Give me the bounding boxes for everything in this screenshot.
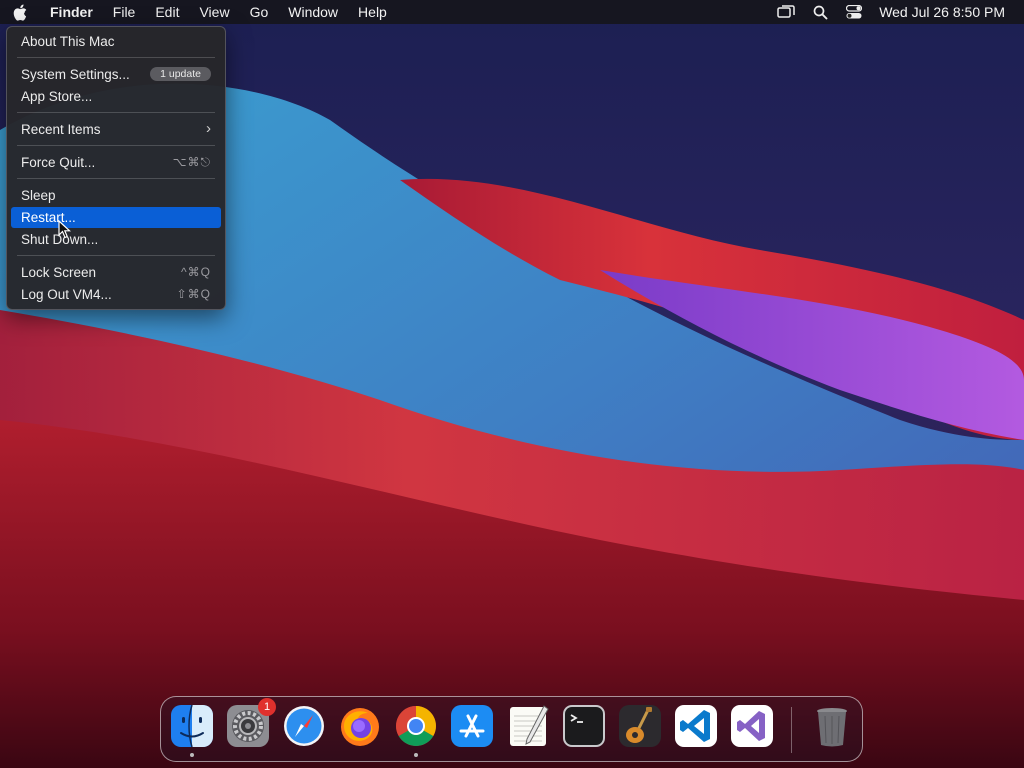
menu-app-name[interactable]: Finder xyxy=(40,0,103,24)
safari-compass-icon xyxy=(284,706,324,746)
running-indicator xyxy=(190,753,194,757)
menu-file[interactable]: File xyxy=(103,0,146,24)
dock-textedit[interactable] xyxy=(506,704,550,748)
dock-finder[interactable] xyxy=(170,704,214,757)
menu-window[interactable]: Window xyxy=(278,0,348,24)
guitar-icon xyxy=(619,705,661,747)
menu-item-force-quit[interactable]: Force Quit... ⌥⌘⎋ xyxy=(11,152,221,173)
menu-item-about-this-mac[interactable]: About This Mac xyxy=(11,31,221,52)
menu-item-label: App Store... xyxy=(21,89,93,104)
terminal-icon xyxy=(563,705,605,747)
notification-badge: 1 xyxy=(258,698,276,716)
menu-item-label: About This Mac xyxy=(21,34,115,49)
dock: 1 xyxy=(160,696,863,762)
dock-firefox[interactable] xyxy=(338,704,382,748)
running-indicator xyxy=(414,753,418,757)
apple-menu-icon[interactable] xyxy=(0,0,40,24)
menu-separator xyxy=(17,178,215,179)
menu-item-label: System Settings... xyxy=(21,67,130,82)
menu-edit[interactable]: Edit xyxy=(145,0,189,24)
finder-icon xyxy=(171,704,213,748)
dock-visual-studio[interactable] xyxy=(730,704,774,748)
vscode-icon xyxy=(675,705,717,747)
dock-system-settings[interactable]: 1 xyxy=(226,698,276,748)
lock-screen-shortcut: ^⌘Q xyxy=(181,265,211,279)
menu-separator xyxy=(17,255,215,256)
spotlight-search-icon[interactable] xyxy=(803,0,837,24)
dock-separator xyxy=(791,707,792,753)
menu-item-label: Log Out VM4... xyxy=(21,287,112,302)
menu-separator xyxy=(17,57,215,58)
dock-garageband[interactable] xyxy=(618,704,662,748)
dock-vscode[interactable] xyxy=(674,704,718,748)
menu-item-sleep[interactable]: Sleep xyxy=(11,185,221,206)
menu-bar: Finder File Edit View Go Window Help Wed… xyxy=(0,0,1024,24)
mouse-pointer-icon xyxy=(58,220,72,239)
apple-menu-dropdown: About This Mac System Settings... 1 upda… xyxy=(6,26,226,310)
menu-view[interactable]: View xyxy=(189,0,239,24)
control-center-icon[interactable] xyxy=(837,0,871,24)
menu-item-label: Recent Items xyxy=(21,122,101,137)
chevron-right-icon: › xyxy=(206,120,211,137)
textedit-icon xyxy=(510,705,549,746)
dock-trash[interactable] xyxy=(810,704,854,748)
menu-help[interactable]: Help xyxy=(348,0,397,24)
menu-item-lock-screen[interactable]: Lock Screen ^⌘Q xyxy=(11,262,221,283)
update-badge: 1 update xyxy=(150,67,211,81)
dock-chrome[interactable] xyxy=(394,704,438,757)
menu-item-app-store[interactable]: App Store... xyxy=(11,86,221,107)
trash-icon xyxy=(817,708,847,747)
menu-separator xyxy=(17,112,215,113)
firefox-icon xyxy=(341,708,379,746)
visual-studio-icon xyxy=(731,705,773,747)
force-quit-shortcut: ⌥⌘⎋ xyxy=(172,155,211,169)
menu-item-log-out[interactable]: Log Out VM4... ⇧⌘Q xyxy=(11,284,221,305)
menu-item-system-settings[interactable]: System Settings... 1 update xyxy=(11,64,221,85)
menu-go[interactable]: Go xyxy=(240,0,279,24)
menu-item-recent-items[interactable]: Recent Items › xyxy=(11,119,221,140)
app-store-icon xyxy=(451,705,493,747)
menu-item-shut-down[interactable]: Shut Down... xyxy=(11,229,221,250)
dock-terminal[interactable] xyxy=(562,704,606,748)
menu-item-label: Lock Screen xyxy=(21,265,97,280)
menu-clock[interactable]: Wed Jul 26 8:50 PM xyxy=(871,4,1024,20)
screen-mirroring-icon[interactable] xyxy=(769,0,803,24)
dock-app-store[interactable] xyxy=(450,704,494,748)
menu-item-restart[interactable]: Restart... xyxy=(11,207,221,228)
menu-separator xyxy=(17,145,215,146)
log-out-shortcut: ⇧⌘Q xyxy=(176,287,211,301)
chrome-icon xyxy=(396,706,436,746)
dock-safari[interactable] xyxy=(282,704,326,748)
menu-item-label: Force Quit... xyxy=(21,155,96,170)
menu-item-label: Sleep xyxy=(21,188,56,203)
